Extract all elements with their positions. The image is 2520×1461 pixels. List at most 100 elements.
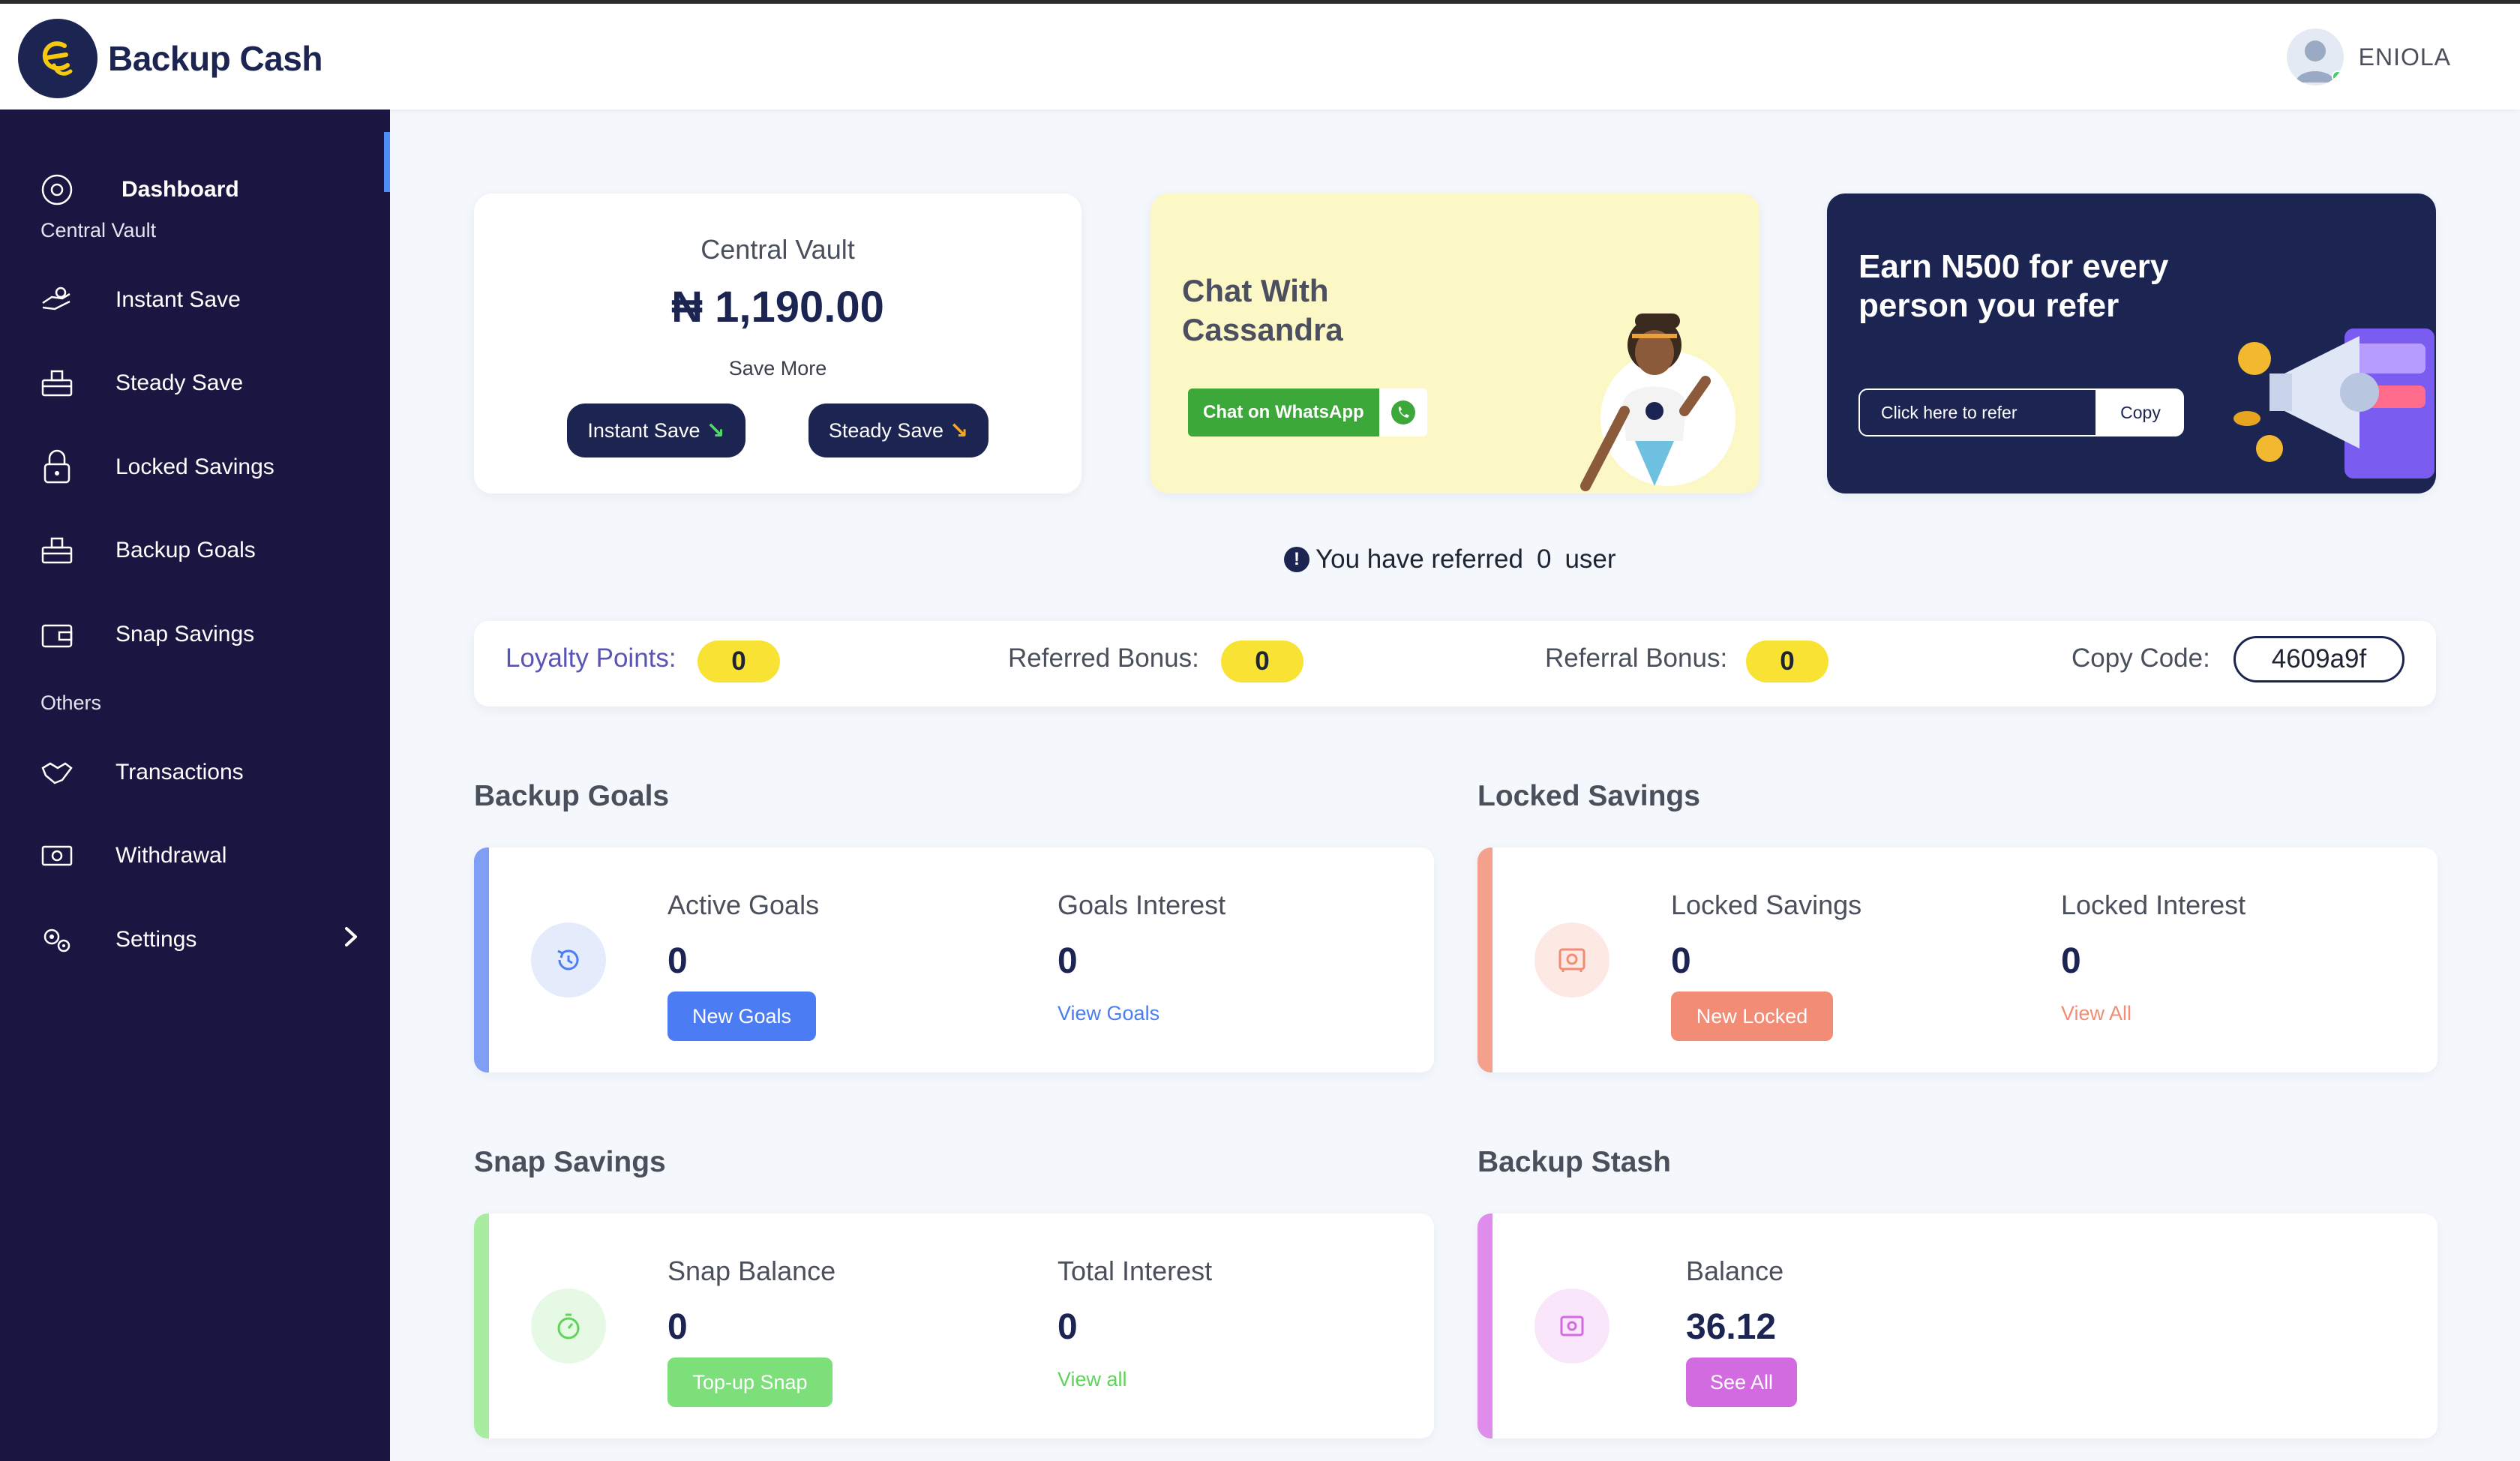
sidebar-item-locked-savings[interactable]: Locked Savings: [0, 441, 390, 494]
sidebar-item-label: Locked Savings: [116, 454, 274, 479]
cash-icon: [39, 838, 75, 874]
stash-balance-label: Balance: [1686, 1256, 1784, 1286]
hand-coin-icon: [39, 282, 75, 318]
box-icon: [39, 365, 75, 401]
avatar: [2286, 28, 2344, 86]
see-all-stash-button[interactable]: See All: [1686, 1358, 1797, 1407]
box-icon: [39, 532, 75, 568]
backup-stash-card: Balance 36.12 See All: [1478, 1214, 2438, 1438]
user-name: ENIOLA: [2358, 43, 2451, 70]
dashboard-icon: [39, 172, 75, 208]
sidebar-section-central: Central Vault: [40, 219, 157, 242]
refer-title: Earn N500 for every person you refer: [1858, 248, 2169, 324]
chevron-right-icon: [342, 926, 360, 954]
snap-savings-title: Snap Savings: [474, 1146, 666, 1178]
info-icon: !: [1284, 547, 1310, 572]
locked-interest-label: Locked Interest: [2061, 890, 2246, 920]
chat-title: Chat With Cassandra: [1182, 273, 1343, 347]
active-goals-value: 0: [668, 941, 688, 981]
referral-code-button[interactable]: 4609a9f: [2234, 636, 2404, 682]
sidebar-item-label: Dashboard: [122, 177, 239, 202]
referred-bonus-value: 0: [1221, 640, 1304, 682]
loyalty-bar: Loyalty Points: 0 Referred Bonus: 0 Refe…: [474, 621, 2436, 706]
gears-icon: [39, 922, 75, 958]
copy-referral-button[interactable]: Copy: [2097, 388, 2184, 436]
stash-balance-value: 36.12: [1686, 1307, 1777, 1347]
locked-savings-title: Locked Savings: [1478, 780, 1700, 812]
sidebar-section-others: Others: [40, 692, 102, 714]
sidebar-item-withdrawal[interactable]: Withdrawal: [0, 830, 390, 882]
loyalty-points-value: 0: [698, 640, 780, 682]
sidebar-item-steady-save[interactable]: Steady Save: [0, 357, 390, 410]
sidebar-item-label: Steady Save: [116, 370, 244, 395]
sidebar-item-transactions[interactable]: Transactions: [0, 746, 390, 799]
steady-save-label: Steady Save: [828, 418, 944, 442]
safe-icon: [1534, 922, 1610, 998]
locked-savings-label: Locked Savings: [1671, 890, 1862, 920]
card-accent: [474, 848, 489, 1072]
view-goals-link[interactable]: View Goals: [1058, 1002, 1160, 1025]
sidebar: Dashboard Central Vault Instant Save Ste…: [0, 110, 390, 1461]
vault-title: Central Vault: [700, 234, 855, 265]
cassandra-avatar-icon: [1580, 314, 1736, 491]
stopwatch-icon: [531, 1288, 606, 1364]
card-accent: [1478, 1214, 1492, 1438]
chat-cassandra-card: Chat With Cassandra Chat on WhatsApp: [1150, 194, 1760, 494]
save-more-label: Save More: [728, 357, 827, 380]
vault-icon: [1534, 1288, 1610, 1364]
central-vault-card: Central Vault ₦ 1,190.00 Save More Insta…: [474, 194, 1082, 494]
locked-savings-card: Locked Savings 0 New Locked Locked Inter…: [1478, 848, 2438, 1072]
copy-code-label: Copy Code:: [2072, 644, 2210, 673]
sidebar-item-instant-save[interactable]: Instant Save: [0, 274, 390, 326]
backup-stash-title: Backup Stash: [1478, 1146, 1671, 1178]
sidebar-item-label: Transactions: [116, 760, 244, 784]
referred-bonus-label: Referred Bonus:: [1008, 644, 1199, 673]
locked-savings-value: 0: [1671, 941, 1691, 981]
goals-interest-value: 0: [1058, 941, 1078, 981]
sidebar-item-label: Settings: [116, 927, 197, 952]
lock-icon: [39, 449, 75, 485]
wallet-icon: [39, 616, 75, 652]
online-status-icon: [2331, 70, 2344, 82]
handshake-icon: [39, 754, 75, 790]
referral-bonus-label: Referral Bonus:: [1545, 644, 1728, 673]
app-logo[interactable]: Backup Cash: [18, 19, 322, 98]
sidebar-item-dashboard[interactable]: Dashboard: [0, 164, 390, 216]
active-indicator: [384, 132, 390, 192]
sidebar-item-backup-goals[interactable]: Backup Goals: [0, 524, 390, 577]
top-up-snap-button[interactable]: Top-up Snap: [668, 1358, 832, 1407]
sidebar-item-label: Backup Goals: [116, 538, 256, 562]
locked-interest-value: 0: [2061, 941, 2081, 981]
new-goals-button[interactable]: New Goals: [668, 992, 816, 1041]
sidebar-item-label: Withdrawal: [116, 843, 227, 868]
sidebar-item-snap-savings[interactable]: Snap Savings: [0, 608, 390, 661]
refer-card: Earn N500 for every person you refer Cli…: [1827, 194, 2436, 494]
refer-link-field[interactable]: Click here to refer: [1858, 388, 2097, 436]
backup-goals-title: Backup Goals: [474, 780, 670, 812]
snap-balance-label: Snap Balance: [668, 1256, 836, 1286]
whatsapp-button[interactable]: Chat on WhatsApp: [1188, 388, 1427, 436]
whatsapp-label: Chat on WhatsApp: [1188, 388, 1379, 436]
sidebar-item-label: Snap Savings: [116, 622, 255, 646]
view-all-locked-link[interactable]: View All: [2061, 1002, 2132, 1025]
arrow-down-right-icon: ↘: [949, 418, 969, 443]
referred-suffix: user: [1564, 544, 1616, 574]
referred-summary: ! You have referred 0 user: [1284, 544, 1616, 574]
sidebar-item-label: Instant Save: [116, 287, 241, 312]
whatsapp-icon: [1378, 388, 1427, 436]
vault-amount: ₦ 1,190.00: [671, 283, 884, 332]
sidebar-item-settings[interactable]: Settings: [0, 914, 390, 966]
new-locked-button[interactable]: New Locked: [1671, 992, 1833, 1041]
goals-interest-label: Goals Interest: [1058, 890, 1226, 920]
steady-save-button[interactable]: Steady Save ↘: [808, 404, 988, 458]
logo-mark-icon: [18, 19, 98, 98]
app-header: Backup Cash ENIOLA: [0, 4, 2520, 110]
view-all-snap-link[interactable]: View all: [1058, 1368, 1127, 1391]
loyalty-points-label: Loyalty Points:: [506, 644, 676, 673]
instant-save-button[interactable]: Instant Save ↘: [567, 404, 746, 458]
backup-goals-card: Active Goals 0 New Goals Goals Interest …: [474, 848, 1434, 1072]
total-interest-value: 0: [1058, 1307, 1078, 1347]
user-menu[interactable]: ENIOLA: [2286, 28, 2451, 86]
arrow-down-right-icon: ↘: [706, 418, 725, 443]
megaphone-illustration-icon: [2234, 328, 2434, 478]
